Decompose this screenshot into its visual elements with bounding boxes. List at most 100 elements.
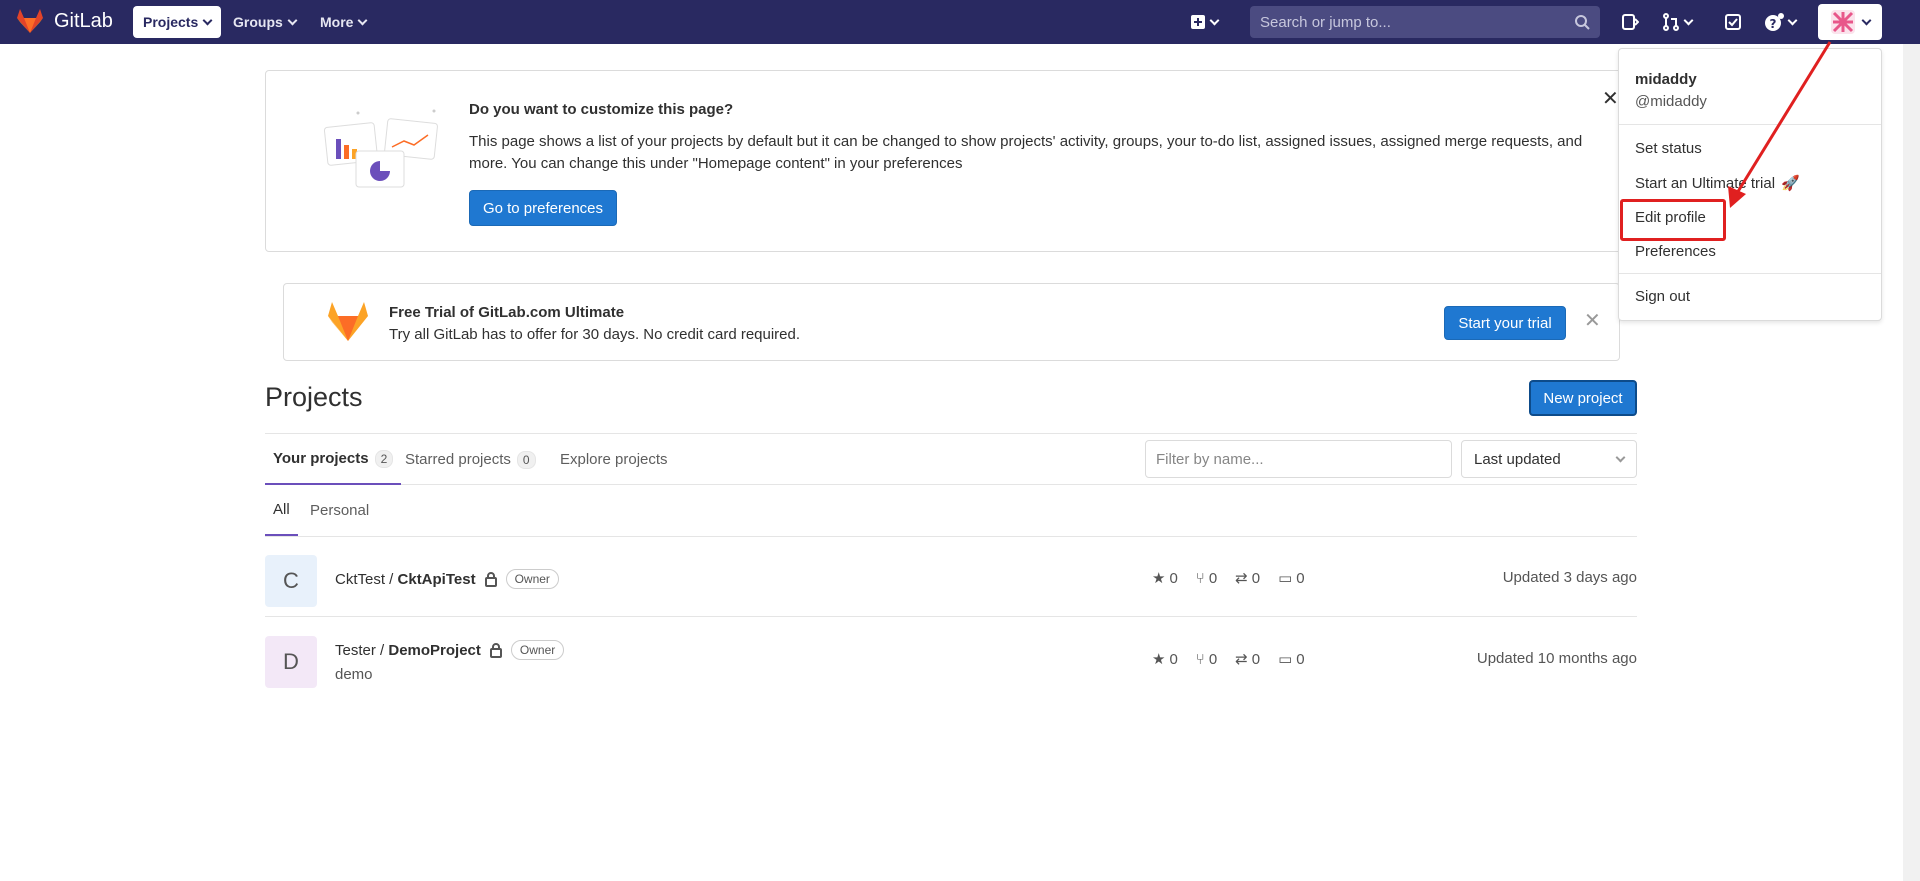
count-badge: 2 <box>374 449 394 468</box>
start-trial-button[interactable]: Start your trial <box>1444 306 1566 340</box>
avatar <box>1830 10 1855 34</box>
tab-your-projects-label: Your projects <box>273 450 369 467</box>
lock-icon <box>489 643 502 658</box>
subtab-all[interactable]: All <box>265 485 298 536</box>
plus-square-icon <box>1191 15 1205 29</box>
subtab-personal-label: Personal <box>310 502 370 519</box>
filter-input[interactable]: Filter by name... <box>1145 440 1452 478</box>
close-icon[interactable]: ✕ <box>1602 86 1619 111</box>
preferences-item[interactable]: Preferences <box>1635 243 1716 260</box>
chevron-down-icon <box>358 15 368 25</box>
close-icon[interactable]: ✕ <box>1584 308 1601 333</box>
star-icon: ★ <box>1152 570 1166 587</box>
role-badge: Owner <box>510 640 565 660</box>
tab-explore-projects[interactable]: Explore projects <box>552 434 676 485</box>
project-subtabs: All Personal <box>265 485 1637 537</box>
merge-request-icon: ⇄ <box>1235 651 1248 668</box>
filter-placeholder: Filter by name... <box>1156 450 1264 468</box>
nav-groups-button[interactable]: Groups <box>223 6 306 38</box>
nav-groups-label: Groups <box>233 14 283 30</box>
mrs-count: 0 <box>1251 650 1261 668</box>
go-to-preferences-button[interactable]: Go to preferences <box>469 190 617 226</box>
trial-alert-title: Free Trial of GitLab.com Ultimate <box>389 304 625 321</box>
highlight-box <box>1620 199 1726 241</box>
nav-projects-label: Projects <box>143 14 199 30</box>
top-navbar: GitLab Projects Groups More Search or ju… <box>0 0 1920 44</box>
mrs-stat[interactable]: ⇄ 0 <box>1235 650 1261 669</box>
issues-icon: ▭ <box>1278 570 1293 587</box>
stars-stat[interactable]: ★ 0 <box>1152 569 1178 588</box>
sign-out-item[interactable]: Sign out <box>1635 288 1690 305</box>
nav-projects-button[interactable]: Projects <box>133 6 222 38</box>
project-stats: ★ 0 ⑂ 0 ⇄ 0 ▭ 0 <box>1152 569 1305 588</box>
project-title[interactable]: CktTest / CktApiTest Owner <box>335 569 559 589</box>
user-name: midaddy <box>1635 71 1697 88</box>
stars-count: 0 <box>1169 569 1178 587</box>
gitlab-logo[interactable]: GitLab <box>16 8 113 34</box>
todos-button[interactable] <box>1724 6 1742 38</box>
star-icon: ★ <box>1152 651 1166 668</box>
forks-stat[interactable]: ⑂ 0 <box>1196 569 1217 587</box>
forks-stat[interactable]: ⑂ 0 <box>1196 650 1217 668</box>
project-namespace: Tester / <box>335 641 389 659</box>
project-name: CktApiTest <box>397 570 476 588</box>
merge-request-icon: ⇄ <box>1235 570 1248 587</box>
subtab-all-label: All <box>273 501 290 518</box>
project-stats: ★ 0 ⑂ 0 ⇄ 0 ▭ 0 <box>1152 650 1305 669</box>
annotation-arrow <box>1728 41 1832 208</box>
search-icon <box>1575 15 1590 30</box>
tab-starred-projects[interactable]: Starred projects 0 <box>397 434 544 485</box>
chevron-down-icon <box>202 15 213 25</box>
fork-icon: ⑂ <box>1195 569 1205 587</box>
forks-count: 0 <box>1208 650 1218 668</box>
trial-alert-body: Try all GitLab has to offer for 30 days.… <box>389 326 801 343</box>
stars-count: 0 <box>1169 650 1178 668</box>
chevron-down-icon <box>287 15 298 25</box>
search-placeholder: Search or jump to... <box>1260 13 1391 31</box>
user-avatar-button[interactable] <box>1818 4 1882 40</box>
new-item-dropdown[interactable] <box>1190 6 1220 38</box>
new-project-button[interactable]: New project <box>1529 380 1637 416</box>
chevron-down-icon <box>1209 15 1220 25</box>
scrollbar[interactable] <box>1903 44 1920 881</box>
project-title[interactable]: Tester / DemoProject Owner <box>335 640 565 660</box>
project-description: demo <box>335 666 373 683</box>
project-namespace: CktTest / <box>335 570 398 588</box>
subtab-personal[interactable]: Personal <box>302 485 377 536</box>
merge-requests-button[interactable] <box>1662 6 1694 38</box>
tanuki-icon <box>17 9 43 33</box>
fork-icon: ⑂ <box>1195 650 1205 668</box>
project-avatar[interactable]: C <box>265 555 317 607</box>
search-input[interactable]: Search or jump to... <box>1250 6 1600 38</box>
updated-time: Updated 10 months ago <box>1476 650 1637 667</box>
stars-stat[interactable]: ★ 0 <box>1152 650 1178 669</box>
help-button[interactable]: ? <box>1764 6 1798 38</box>
lock-icon <box>484 572 497 587</box>
tab-explore-label: Explore projects <box>560 451 668 468</box>
set-status-item[interactable]: Set status <box>1635 140 1702 157</box>
project-row[interactable]: D Tester / DemoProject Owner demo ★ 0 ⑂ 0 … <box>265 618 1637 698</box>
issues-stat[interactable]: ▭ 0 <box>1278 569 1305 588</box>
project-avatar[interactable]: D <box>265 636 317 688</box>
issues-stat[interactable]: ▭ 0 <box>1278 650 1305 669</box>
mrs-count: 0 <box>1251 569 1261 587</box>
tab-starred-label: Starred projects <box>405 451 511 468</box>
nav-more-label: More <box>320 14 354 30</box>
mrs-stat[interactable]: ⇄ 0 <box>1235 569 1261 588</box>
preferences-label: Preferences <box>1635 243 1716 260</box>
sort-dropdown[interactable]: Last updated <box>1461 440 1637 478</box>
customize-alert-body: This page shows a list of your projects … <box>469 133 1583 172</box>
updated-time: Updated 3 days ago <box>1502 569 1637 586</box>
chevron-down-icon <box>1683 15 1694 25</box>
nav-more-button[interactable]: More <box>310 6 376 38</box>
tab-your-projects[interactable]: Your projects 2 <box>265 434 402 485</box>
issues-button[interactable] <box>1621 6 1639 38</box>
divider <box>1619 273 1881 274</box>
customize-alert-title: Do you want to customize this page? <box>469 101 734 118</box>
role-badge: Owner <box>505 569 559 589</box>
gitlab-trial-logo <box>328 302 368 341</box>
chevron-down-icon <box>1615 452 1626 462</box>
forks-count: 0 <box>1208 569 1218 587</box>
project-name: DemoProject <box>388 641 481 659</box>
project-row[interactable]: C CktTest / CktApiTest Owner ★ 0 ⑂ 0 ⇄ 0 ▭ 0… <box>265 537 1637 617</box>
